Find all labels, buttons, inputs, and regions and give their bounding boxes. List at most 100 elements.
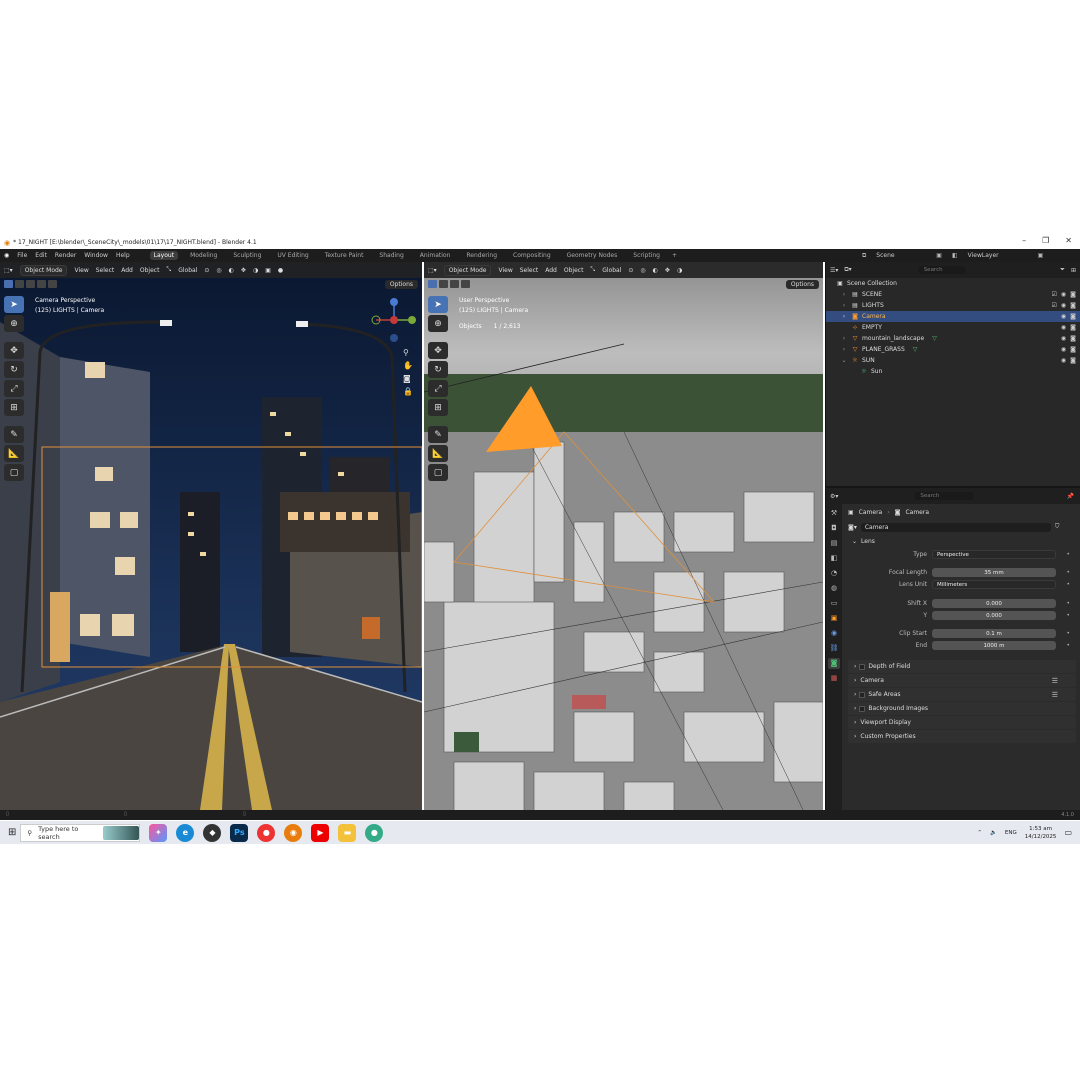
eye-icon[interactable]: ◉ [1061,291,1066,298]
youtube-icon[interactable]: ▶ [311,823,330,842]
menu-select-right[interactable]: Select [520,267,539,274]
visibility-icon-right[interactable]: ◐ [653,267,658,274]
unity-icon[interactable]: ◆ [203,823,222,842]
editor-type-icon[interactable]: ⬚▾ [4,267,13,274]
transform-tool-icon-right[interactable]: ⊞ [428,399,448,416]
world-tab-icon[interactable]: ◍ [828,583,840,594]
add-cube-tool-icon-right[interactable]: ▢ [428,464,448,481]
clock[interactable]: 1:53 am 14/12/2025 [1025,825,1057,841]
tab-compositing[interactable]: Compositing [509,251,555,260]
snap-icon[interactable]: ⊙ [204,267,209,274]
panel-viewport-display[interactable]: › Viewport Display [848,716,1076,729]
navigation-gizmo[interactable] [368,296,418,346]
camera-render-icon[interactable]: ◙ [1070,335,1076,342]
camera-render-icon[interactable]: ◙ [1070,357,1076,364]
tab-sculpting[interactable]: Sculpting [229,251,265,260]
menu-select-left[interactable]: Select [96,267,115,274]
new-collection-icon[interactable]: ⊞ [1071,267,1076,274]
background-images-checkbox[interactable] [859,705,866,712]
viewlayer-selector[interactable]: ViewLayer [968,252,1028,259]
menu-window[interactable]: Window [84,252,108,259]
select-subtract-icon-right[interactable] [450,280,459,288]
mode-dropdown-left[interactable]: Object Mode [19,264,68,276]
focal-length-field[interactable]: 35 mm [932,568,1056,577]
camera-render-icon[interactable]: ◙ [1070,313,1076,320]
tab-shading[interactable]: Shading [375,251,407,260]
scene-selector[interactable]: Scene [876,252,926,259]
panel-depth-of-field[interactable]: › Depth of Field [848,660,1076,673]
outliner-item-lights[interactable]: › ▤ LIGHTS ☑ ◉ ◙ [826,300,1080,311]
notification-icon[interactable]: ▭ [1064,828,1072,837]
keyframe-dot-icon[interactable]: • [1066,581,1070,588]
annotate-tool-icon-right[interactable]: ✎ [428,426,448,443]
transform-dropdown-left[interactable]: Global [178,267,197,274]
maximize-button[interactable]: ❐ [1042,236,1049,245]
menu-view-left[interactable]: View [74,267,88,274]
rotate-tool-icon-right[interactable]: ↻ [428,361,448,378]
outliner-item-scene[interactable]: › ▤ SCENE ☑ ◉ ◙ [826,289,1080,300]
windows-start-icon[interactable]: ⊞ [8,827,16,838]
cursor-tool-icon-right[interactable]: ⊕ [428,315,448,332]
chrome-icon[interactable]: ● [257,823,276,842]
shift-x-field[interactable]: 0.000 [932,599,1056,608]
checkbox-icon[interactable]: ☑ [1052,291,1057,298]
cursor-tool-icon[interactable]: ⊕ [4,315,24,332]
checkbox-icon[interactable]: ☑ [1052,302,1057,309]
panel-safe-areas[interactable]: › Safe Areas ☰ [848,688,1076,701]
overlay-icon-right[interactable]: ◑ [677,267,682,274]
gizmo-icon[interactable]: ✥ [241,267,246,274]
clip-start-field[interactable]: 0.1 m [932,629,1056,638]
keyframe-dot-icon[interactable]: • [1066,612,1070,619]
menu-add-left[interactable]: Add [121,267,133,274]
keyframe-dot-icon[interactable]: • [1066,642,1070,649]
constraints-tab-icon[interactable]: ⛓ [828,643,840,654]
keyframe-dot-icon[interactable]: • [1066,600,1070,607]
outliner-item-camera[interactable]: › ◙ Camera ◉ ◙ [826,311,1080,322]
select-extend-icon-right[interactable] [439,280,448,288]
taskbar-search[interactable]: ⚲ Type here to search [20,823,141,842]
select-new-icon-right[interactable] [428,280,437,288]
collection-tab-icon[interactable]: ▭ [828,598,840,609]
language-indicator[interactable]: ENG [1005,830,1017,836]
menu-render[interactable]: Render [55,252,76,259]
eye-icon[interactable]: ◉ [1061,313,1066,320]
xray-icon[interactable]: ▣ [265,267,271,274]
menu-edit[interactable]: Edit [35,252,47,259]
lens-panel-header[interactable]: ⌄ Lens [844,534,1080,548]
camera-datablock-icon[interactable]: ◙▾ [848,524,857,531]
eye-icon[interactable]: ◉ [1061,357,1066,364]
pan-hand-icon[interactable]: ✋ [403,361,413,370]
tab-uv-editing[interactable]: UV Editing [273,251,312,260]
proportional-edit-icon-right[interactable]: ◎ [640,267,645,274]
tab-modeling[interactable]: Modeling [186,251,221,260]
minimize-button[interactable]: – [1022,236,1026,245]
clip-end-field[interactable]: 1000 m [932,641,1056,650]
blender-taskbar-icon[interactable]: ◉ [284,823,303,842]
menu-object-right[interactable]: Object [564,267,584,274]
scale-tool-icon-right[interactable]: ⤢ [428,380,448,397]
tool-tab-icon[interactable]: ⚒ [828,508,840,519]
visibility-icon[interactable]: ◐ [229,267,234,274]
tray-chevron-up-icon[interactable]: ⌃ [977,830,982,836]
lens-unit-dropdown[interactable]: Millimeters [932,580,1056,589]
scale-tool-icon[interactable]: ⤢ [4,380,24,397]
outliner-root[interactable]: ▣ Scene Collection [826,278,1080,289]
chrome-profile-icon[interactable]: ● [365,823,384,842]
keyframe-dot-icon[interactable]: • [1066,569,1070,576]
select-extend-icon[interactable] [15,280,24,288]
add-cube-tool-icon[interactable]: ▢ [4,464,24,481]
eye-icon[interactable]: ◉ [1061,335,1066,342]
select-box-tool-icon[interactable]: ➤ [4,296,24,313]
tab-rendering[interactable]: Rendering [462,251,501,260]
proportional-edit-icon[interactable]: ◎ [216,267,221,274]
tab-animation[interactable]: Animation [416,251,455,260]
keyframe-dot-icon[interactable]: • [1066,551,1070,558]
photoshop-icon[interactable]: Ps [230,823,249,842]
select-invert-icon[interactable] [37,280,46,288]
dof-checkbox[interactable] [859,663,866,670]
presets-list-icon[interactable]: ☰ [1052,691,1058,699]
tab-geometry-nodes[interactable]: Geometry Nodes [563,251,622,260]
object-tab-icon[interactable]: ▣ [828,613,840,624]
select-invert-icon-right[interactable] [461,280,470,288]
overlay-icon[interactable]: ◑ [253,267,258,274]
